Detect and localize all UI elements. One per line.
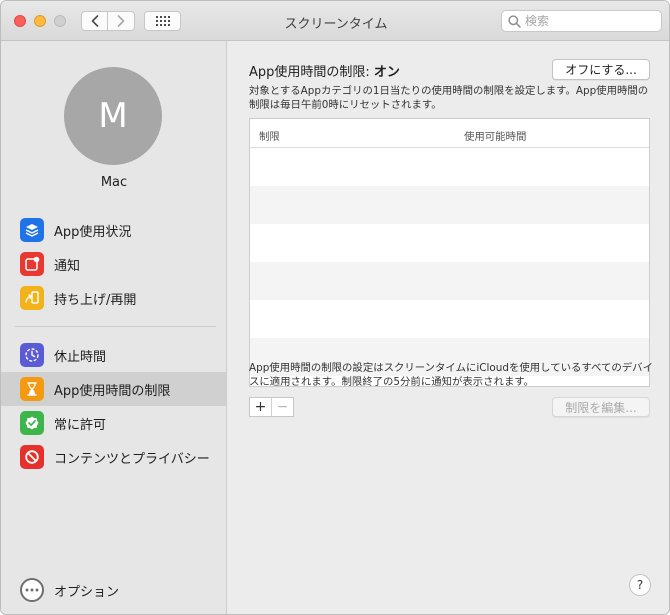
options-label: オプション <box>54 584 120 600</box>
search-icon <box>508 14 521 28</box>
sidebar-item-label: App使用時間の制限 <box>54 383 171 399</box>
search-input[interactable] <box>525 14 645 28</box>
sidebar-item-label: コンテンツとプライバシー <box>54 451 210 467</box>
sidebar-divider <box>15 326 216 327</box>
description-text: 対象とするAppカテゴリの1日当たりの使用時間の制限を設定します。App使用時間… <box>249 85 649 111</box>
table-header: 制限 使用可能時間 <box>250 119 649 148</box>
table-row <box>250 300 649 338</box>
sidebar-item-label: 持ち上げ/再開 <box>54 292 137 308</box>
column-header-limit[interactable]: 制限 <box>259 128 280 143</box>
table-row <box>250 148 649 186</box>
page-title: App使用時間の制限: オン <box>249 61 400 80</box>
main-pane: App使用時間の制限: オン オフにする... 対象とするAppカテゴリの1日当… <box>227 41 669 614</box>
downtime-icon <box>20 343 44 367</box>
pickup-icon <box>20 286 44 310</box>
edit-limits-button[interactable]: 制限を編集... <box>552 397 650 417</box>
hourglass-icon <box>20 377 44 401</box>
sidebar-item-app-usage[interactable]: App使用状況 <box>1 213 226 247</box>
sidebar-item-label: 休止時間 <box>54 349 107 365</box>
remove-limit-button[interactable]: − <box>272 398 293 416</box>
search-field[interactable] <box>501 10 662 32</box>
user-name: Mac <box>100 175 128 190</box>
sidebar-item-pickups[interactable]: 持ち上げ/再開 <box>1 281 226 315</box>
sidebar-item-content-privacy[interactable]: コンテンツとプライバシー <box>1 440 226 474</box>
heading-prefix: App使用時間の制限: <box>249 65 374 80</box>
sidebar: M Mac App使用状況 通知 持ち上げ/再開 休止時間 App使用時間の制限… <box>1 41 227 614</box>
footer-description: App使用時間の制限の設定はスクリーンタイムにiCloudを使用しているすべての… <box>249 362 653 388</box>
user-avatar[interactable]: M <box>64 67 162 165</box>
add-limit-button[interactable]: + <box>250 398 272 416</box>
table-row <box>250 186 649 224</box>
layers-icon <box>20 218 44 242</box>
sidebar-item-app-limits[interactable]: App使用時間の制限 <box>1 372 226 406</box>
help-button[interactable]: ? <box>629 574 651 596</box>
sidebar-item-downtime[interactable]: 休止時間 <box>1 338 226 372</box>
preferences-window: スクリーンタイム M Mac App使用状況 <box>0 0 670 615</box>
turn-off-button[interactable]: オフにする... <box>552 59 650 80</box>
limits-table[interactable]: 制限 使用可能時間 <box>249 118 650 387</box>
more-icon <box>20 578 44 602</box>
title-bar: スクリーンタイム <box>1 1 669 41</box>
table-row <box>250 262 649 300</box>
sidebar-item-notifications[interactable]: 通知 <box>1 247 226 281</box>
sidebar-item-label: 常に許可 <box>54 417 107 433</box>
column-header-available-time[interactable]: 使用可能時間 <box>464 128 526 143</box>
checkmark-icon <box>20 411 44 435</box>
status-value: オン <box>373 65 400 80</box>
sidebar-item-always-allowed[interactable]: 常に許可 <box>1 406 226 440</box>
avatar-initial: M <box>98 96 128 136</box>
sidebar-item-label: App使用状況 <box>54 224 132 240</box>
add-remove-control: + − <box>249 397 294 417</box>
sidebar-item-label: 通知 <box>54 258 81 274</box>
options-button[interactable]: オプション <box>20 578 119 602</box>
table-row <box>250 224 649 262</box>
restriction-icon <box>20 445 44 469</box>
notification-icon <box>20 252 44 276</box>
